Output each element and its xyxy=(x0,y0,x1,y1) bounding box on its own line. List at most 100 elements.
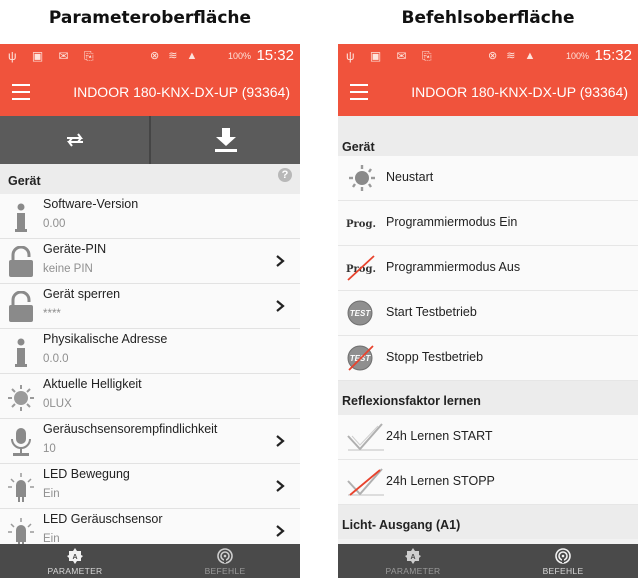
command-row[interactable]: Prog. Programmiermodus Aus xyxy=(338,246,638,291)
device-title: INDOOR 180-KNX-DX-UP (93364) xyxy=(411,84,628,100)
command-label: Start Testbetrieb xyxy=(386,305,477,319)
status-time: 15:32 xyxy=(256,47,294,64)
menu-icon[interactable] xyxy=(350,84,368,100)
parameter-name: Geräuschsensorempfindlichkeit xyxy=(43,422,218,436)
svg-text:A: A xyxy=(410,554,415,561)
lock-icon xyxy=(6,290,36,323)
download-icon xyxy=(214,128,237,152)
bottom-navigation: A PARAMETER BEFEHLE xyxy=(338,544,638,578)
menu-icon[interactable] xyxy=(12,84,30,100)
status-bar: ψ ▣ ✉ ⎘ ⊗ ≋ ▲ 100% 15:32 xyxy=(0,44,300,70)
bottom-navigation: A PARAMETER BEFEHLE xyxy=(0,544,300,578)
svg-text:Prog.: Prog. xyxy=(346,264,376,275)
section-header-device: Gerät xyxy=(338,140,638,156)
command-row[interactable]: TEST Start Testbetrieb xyxy=(338,291,638,336)
parameter-row: Physikalische Adresse 0.0.0 xyxy=(0,329,300,374)
parameter-name: Aktuelle Helligkeit xyxy=(43,377,142,391)
spacer xyxy=(338,116,638,140)
sync-icon xyxy=(66,133,83,147)
brightness-icon xyxy=(6,381,36,413)
lock-icon xyxy=(6,245,36,278)
parameter-value: 0.00 xyxy=(43,218,66,230)
section-label: Gerät xyxy=(342,140,375,154)
parameter-name: LED Bewegung xyxy=(43,467,130,481)
test-start-icon: TEST xyxy=(346,298,378,328)
section-label: Gerät xyxy=(8,174,41,188)
signal-icons: ⊗ ≋ ▲ xyxy=(150,50,201,62)
command-list: Gerät Neustart Prog. Programmiermodus Ein P… xyxy=(338,116,638,552)
command-row[interactable]: TEST Stopp Testbetrieb xyxy=(338,336,638,381)
command-label: Programmiermodus Aus xyxy=(386,260,521,274)
parameter-value: **** xyxy=(43,308,61,320)
parameter-name: Software-Version xyxy=(43,197,139,211)
nav-parameter-label: PARAMETER xyxy=(385,566,441,576)
command-row[interactable]: Prog. Programmiermodus Ein xyxy=(338,201,638,246)
parameter-name: Geräte-PIN xyxy=(43,242,107,256)
svg-text:A: A xyxy=(72,554,77,561)
section-label: Licht- Ausgang (A1) xyxy=(342,518,461,532)
commands-phone: ψ ▣ ✉ ⎘ ⊗ ≋ ▲ 100% 15:32 INDOOR 180-KNX-… xyxy=(338,44,638,578)
svg-text:Prog.: Prog. xyxy=(346,219,376,230)
parameter-name: LED Geräuschsensor xyxy=(43,512,163,526)
parameter-list: Gerät ? Software-Version 0.00 Geräte-PIN ke… xyxy=(0,164,300,554)
section-header-device: Gerät ? xyxy=(0,164,300,194)
parameter-heading: Parameteroberfläche xyxy=(48,8,252,28)
prog-off-icon: Prog. xyxy=(346,253,378,283)
nav-befehle[interactable]: BEFEHLE xyxy=(488,544,638,578)
learn-stop-icon xyxy=(346,467,386,497)
command-row[interactable]: 24h Lernen START xyxy=(338,415,638,460)
test-stop-icon: TEST xyxy=(346,343,378,373)
nav-parameter[interactable]: A PARAMETER xyxy=(338,544,488,578)
chevron-right-icon[interactable] xyxy=(274,434,286,448)
befehle-nav-icon xyxy=(217,548,233,564)
microphone-icon xyxy=(6,426,36,458)
command-label: Neustart xyxy=(386,170,434,184)
chevron-right-icon[interactable] xyxy=(274,254,286,268)
parameter-phone: ψ ▣ ✉ ⎘ ⊗ ≋ ▲ 100% 15:32 INDOOR 180-KNX-… xyxy=(0,44,300,578)
app-bar: INDOOR 180-KNX-DX-UP (93364) xyxy=(338,70,638,116)
parameter-row[interactable]: LED Bewegung Ein xyxy=(0,464,300,509)
parameter-name: Gerät sperren xyxy=(43,287,121,301)
section-header-reflex: Reflexionsfaktor lernen xyxy=(338,381,638,415)
chevron-right-icon[interactable] xyxy=(274,299,286,313)
nav-befehle[interactable]: BEFEHLE xyxy=(150,544,300,578)
info-icon xyxy=(6,336,36,368)
command-label: 24h Lernen STOPP xyxy=(386,474,495,488)
parameter-name: Physikalische Adresse xyxy=(43,332,168,346)
sync-button[interactable] xyxy=(0,116,149,164)
prog-on-icon: Prog. xyxy=(346,208,378,238)
parameter-row: Aktuelle Helligkeit 0LUX xyxy=(0,374,300,419)
led-icon xyxy=(6,471,36,503)
command-label: Programmiermodus Ein xyxy=(386,215,518,229)
parameter-value: Ein xyxy=(43,488,60,500)
parameter-row[interactable]: Gerät sperren **** xyxy=(0,284,300,329)
chevron-right-icon[interactable] xyxy=(274,524,286,538)
section-label: Reflexionsfaktor lernen xyxy=(342,394,481,408)
section-header-light: Licht- Ausgang (A1) xyxy=(338,505,638,539)
signal-icons: ⊗ ≋ ▲ xyxy=(488,50,539,62)
command-label: 24h Lernen START xyxy=(386,429,493,443)
befehle-nav-icon xyxy=(555,548,571,564)
download-button[interactable] xyxy=(151,116,300,164)
notification-icons: ψ ▣ ✉ ⎘ xyxy=(346,49,438,63)
parameter-value: 0.0.0 xyxy=(43,353,69,365)
command-row[interactable]: 24h Lernen STOPP xyxy=(338,460,638,505)
app-bar: INDOOR 180-KNX-DX-UP (93364) xyxy=(0,70,300,116)
status-time: 15:32 xyxy=(594,47,632,64)
command-label: Stopp Testbetrieb xyxy=(386,350,484,364)
parameter-value: 10 xyxy=(43,443,56,455)
command-row[interactable]: Neustart xyxy=(338,156,638,201)
parameter-row[interactable]: Geräte-PIN keine PIN xyxy=(0,239,300,284)
parameter-value: 0LUX xyxy=(43,398,72,410)
parameter-value: keine PIN xyxy=(43,263,93,275)
restart-icon xyxy=(346,163,378,193)
help-icon[interactable]: ? xyxy=(278,168,292,182)
parameter-row[interactable]: Geräuschsensorempfindlichkeit 10 xyxy=(0,419,300,464)
chevron-right-icon[interactable] xyxy=(274,479,286,493)
nav-befehle-label: BEFEHLE xyxy=(204,566,246,576)
info-icon xyxy=(6,201,36,233)
parameter-row: Software-Version 0.00 xyxy=(0,194,300,239)
nav-parameter[interactable]: A PARAMETER xyxy=(0,544,150,578)
device-title: INDOOR 180-KNX-DX-UP (93364) xyxy=(73,84,290,100)
battery-indicator: 100% xyxy=(228,51,252,61)
